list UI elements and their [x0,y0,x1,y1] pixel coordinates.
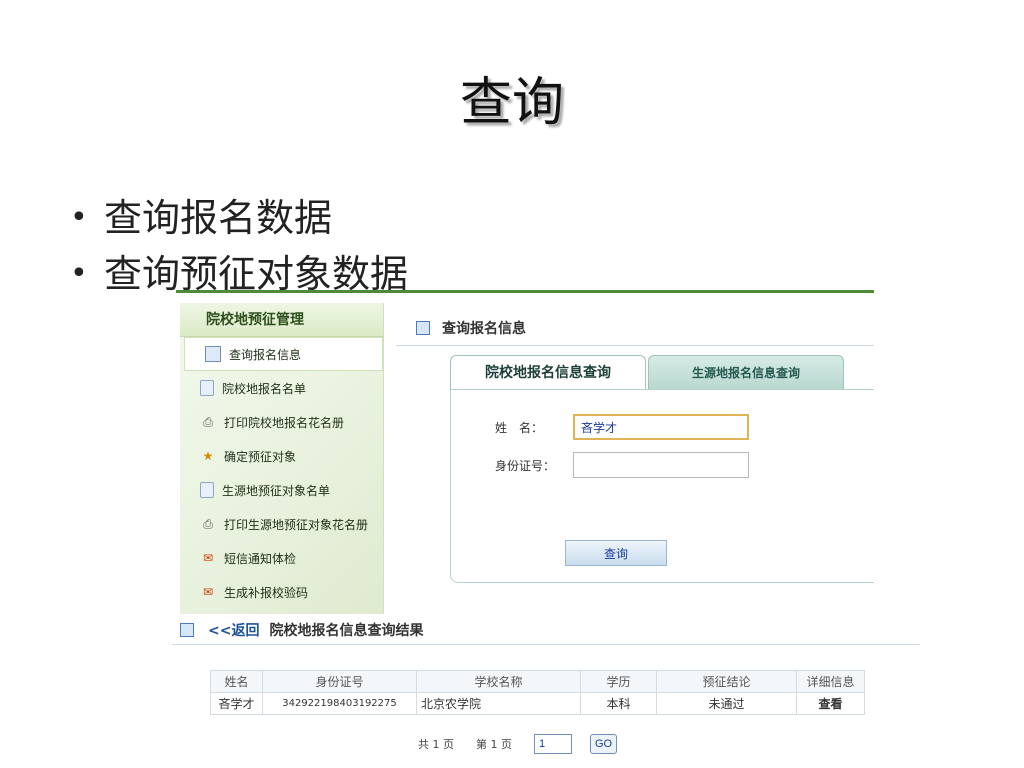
divider [172,644,920,645]
sidebar-item-generate-code[interactable]: ✉ 生成补报校验码 [180,575,383,609]
id-label: 身份证号： [495,458,556,473]
sidebar-title: 院校地预征管理 [180,303,383,337]
query-button[interactable]: 查询 [565,540,667,566]
go-button[interactable]: GO [590,734,618,754]
column-header: 学校名称 [416,670,581,693]
name-row: 姓 名： [495,414,749,440]
page-total: 共 1 页 [418,738,454,751]
results-title: 院校地报名信息查询结果 [269,623,424,639]
cell-name: 吝学才 [210,692,263,715]
tab-source-query[interactable]: 生源地报名信息查询 [648,355,844,389]
bullet-list: • 查询报名数据 • 查询预征对象数据 [70,190,408,302]
name-label: 姓 名： [495,420,544,435]
sidebar-item-label: 打印生源地预征对象花名册 [224,517,369,532]
panel-header: 查询报名信息 [416,315,874,341]
id-row: 身份证号： [495,452,749,478]
printer-icon: ⎙ [203,414,213,429]
bullet-dot-icon: • [70,256,88,291]
panel-title: 查询报名信息 [442,321,526,337]
sidebar-item-print-roster[interactable]: ⎙ 打印院校地报名花名册 [180,405,383,439]
query-panel: 查询报名信息 院校地报名信息查询 生源地报名信息查询 姓 名： 身份证号： 查询 [396,315,874,583]
sms-icon: ✉ [202,551,214,565]
list-icon [180,623,194,637]
sidebar-item-label: 查询报名信息 [229,347,302,362]
page-number-input[interactable] [534,734,572,754]
medal-icon: ★ [202,449,214,463]
sidebar-item-sms-notify[interactable]: ✉ 短信通知体检 [180,541,383,575]
sms-icon: ✉ [202,585,214,599]
column-header: 预征结论 [656,670,797,693]
sidebar-item-query-registration[interactable]: 查询报名信息 [184,337,383,371]
view-details-link[interactable]: 查看 [796,692,865,715]
sidebar-item-label: 短信通知体检 [224,551,297,566]
pagination: 共 1 页 第 1 页 GO [418,734,618,754]
tab-school-query[interactable]: 院校地报名信息查询 [450,355,646,389]
page-current: 第 1 页 [476,738,512,751]
name-input[interactable] [573,414,749,440]
sidebar-item-label: 院校地报名名单 [222,381,307,396]
results-table: 姓名 身份证号 学校名称 学历 预征结论 详细信息 吝学才 3429221984… [210,670,865,715]
list-icon [416,321,430,335]
cell-education: 本科 [580,692,657,715]
bullet-item: • 查询报名数据 [70,190,408,246]
column-header: 详细信息 [796,670,865,693]
sidebar-item-registration-list[interactable]: 院校地报名名单 [180,371,383,405]
sidebar: 院校地预征管理 查询报名信息 院校地报名名单 ⎙ 打印院校地报名花名册 ★ 确定… [180,303,384,617]
id-number-input[interactable] [573,452,749,478]
sidebar-item-label: 打印院校地报名花名册 [224,415,345,430]
column-header: 姓名 [210,670,263,693]
query-screenshot: 院校地预征管理 查询报名信息 院校地报名名单 ⎙ 打印院校地报名花名册 ★ 确定… [176,290,874,617]
column-header: 身份证号 [262,670,417,693]
cell-conclusion: 未通过 [656,692,797,715]
sidebar-item-label: 确定预征对象 [224,449,297,464]
sidebar-item-label: 生源地预征对象名单 [222,483,331,498]
cell-school: 北京农学院 [416,692,581,715]
back-link[interactable]: <<返回 [208,620,259,640]
table-row: 吝学才 342922198403192275 北京农学院 本科 未通过 查看 [210,692,865,715]
slide-title: 查询 [459,73,564,133]
divider [396,345,874,346]
column-header: 学历 [580,670,657,693]
cell-id-number: 342922198403192275 [262,692,417,715]
sidebar-item-source-candidate-list[interactable]: 生源地预征对象名单 [180,473,383,507]
document-icon [200,482,214,498]
sidebar-item-print-source-roster[interactable]: ⎙ 打印生源地预征对象花名册 [180,507,383,541]
document-icon [200,380,214,396]
printer-icon: ⎙ [203,516,213,531]
sidebar-item-confirm-candidates[interactable]: ★ 确定预征对象 [180,439,383,473]
results-header: <<返回 院校地报名信息查询结果 [180,620,423,640]
sidebar-item-label: 生成补报校验码 [224,585,309,600]
bullet-text: 查询报名数据 [104,196,333,240]
list-icon [205,346,221,362]
table-header-row: 姓名 身份证号 学校名称 学历 预征结论 详细信息 [210,670,865,693]
bullet-dot-icon: • [70,200,88,235]
results-screenshot: <<返回 院校地报名信息查询结果 姓名 身份证号 学校名称 学历 预征结论 详细… [172,614,920,764]
tab-content: 姓 名： 身份证号： 查询 [450,389,874,583]
tab-bar: 院校地报名信息查询 生源地报名信息查询 [450,355,844,389]
